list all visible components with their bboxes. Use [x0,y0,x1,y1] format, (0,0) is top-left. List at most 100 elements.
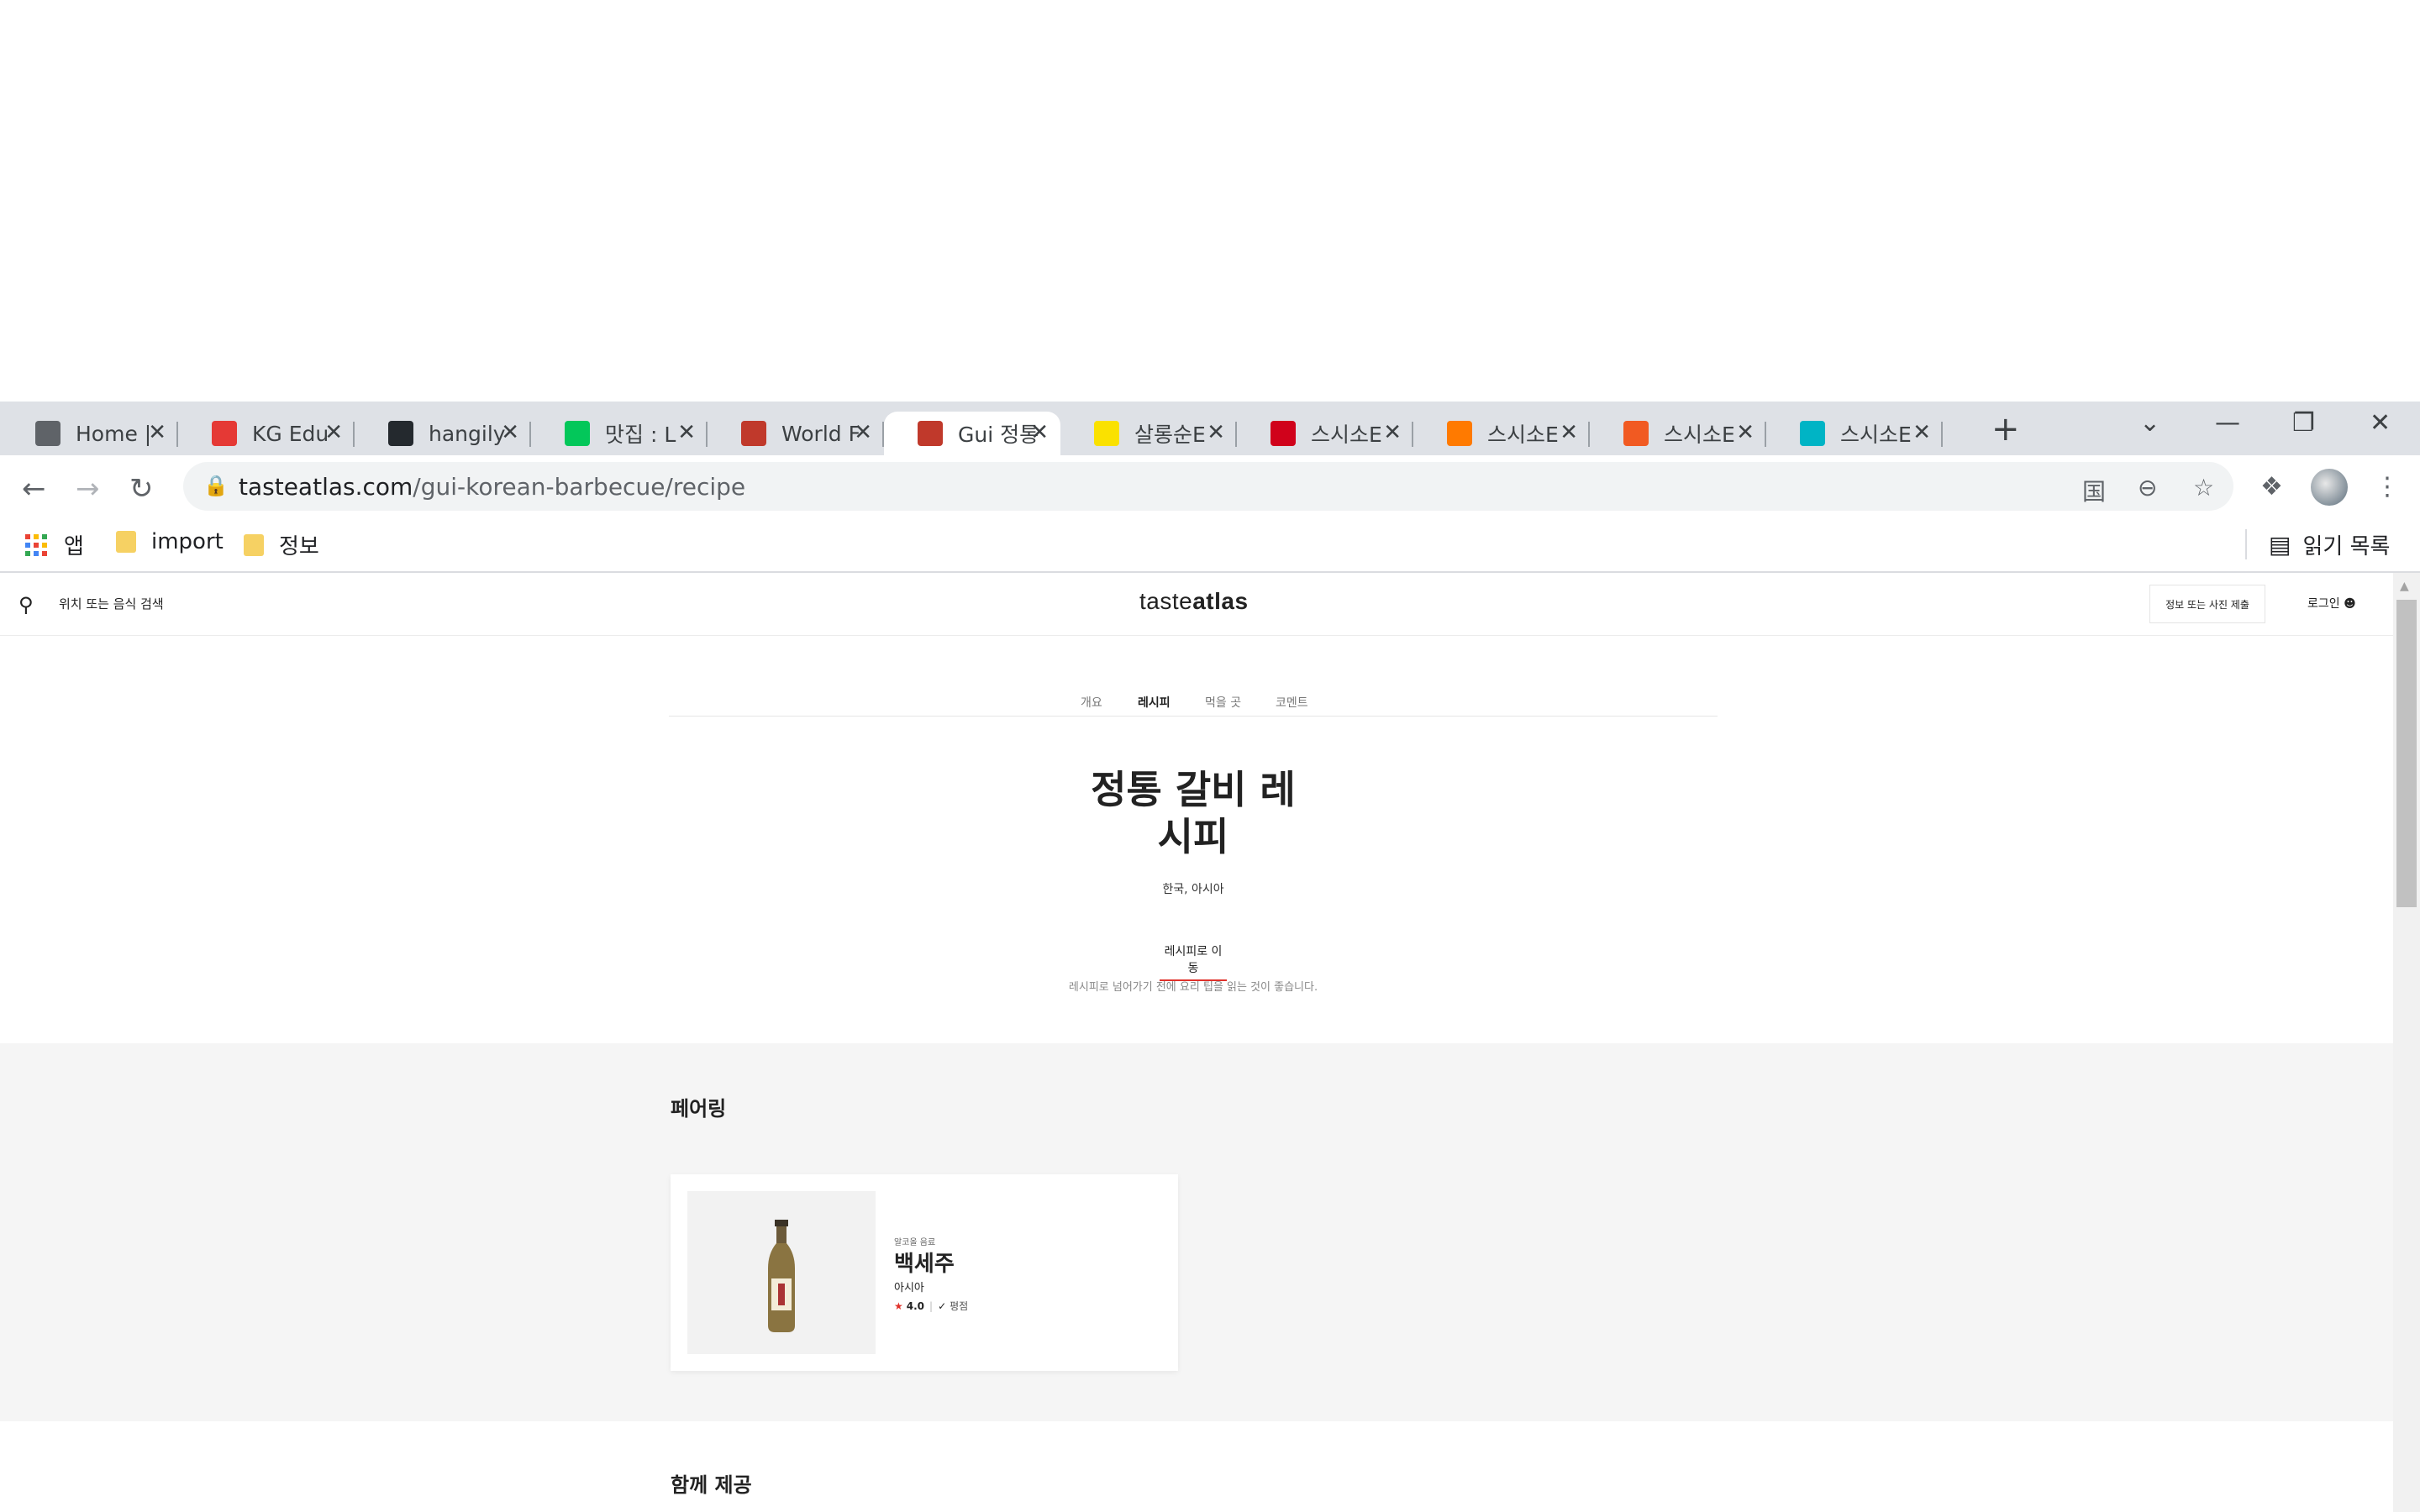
tab-title: 스시소E [1840,423,1912,447]
tab-title: 살롱순E [1134,423,1206,447]
lock-icon[interactable]: 🔒 [203,474,229,497]
tab-comments[interactable]: 코멘트 [1276,694,1308,711]
close-window-button[interactable]: ✕ [2370,408,2391,438]
page-scrollbar[interactable]: ▲ [2393,573,2420,1512]
browser-tab[interactable]: Gui 정통 ✕ [884,412,1060,455]
blank-area [0,0,2420,402]
orange-m-icon [1447,421,1472,446]
title-line-2: 시피 [1157,814,1229,859]
kg-education-icon [212,421,237,446]
tab-where-to-eat[interactable]: 먹을 곳 [1205,694,1241,711]
region-label: 한국, 아시아 [1162,883,1224,896]
bottle-illustration [768,1220,795,1332]
tab-title: Home | [76,421,152,446]
profile-avatar[interactable] [2311,469,2348,506]
browser-tab[interactable]: 스시소E ✕ [1237,412,1413,455]
tab-overview[interactable]: 개요 [1081,694,1102,711]
scroll-up-arrow-icon[interactable]: ▲ [2400,580,2409,593]
tab-recipe[interactable]: 레시피 [1138,694,1171,711]
browser-tab[interactable]: hangily ✕ [355,412,531,455]
submit-info-button[interactable]: 정보 또는 사진 제출 [2149,585,2265,623]
scroll-thumb[interactable] [2396,600,2417,907]
url-path: /gui-korean-barbecue/recipe [413,473,746,501]
bookmark-info[interactable]: 정보 [244,529,319,560]
site-header: ⚲ 위치 또는 음식 검색 tasteatlas 정보 또는 사진 제출 로그인… [0,573,2393,636]
forward-button[interactable]: → [76,472,100,506]
tab-title: Gui 정통 [958,423,1039,447]
tasteatlas-icon [918,421,943,446]
tasteatlas-icon [741,421,766,446]
browser-tab[interactable]: World F ✕ [708,412,884,455]
address-bar[interactable]: 🔒 tasteatlas.com/gui-korean-barbecue/rec… [183,462,2233,511]
translate-icon[interactable]: 国 [2082,474,2106,507]
page-title: 정통 갈비 레 시피 [1008,766,1378,860]
card-name[interactable]: 백세주 [894,1247,955,1278]
tab-title: KG Edu [252,421,329,446]
tab-separator [1941,422,1943,447]
dining-code-icon [1800,421,1825,446]
close-tab-icon[interactable]: ✕ [1207,422,1225,444]
logo-taste: taste [1139,588,1193,614]
browser-tab[interactable]: 스시소E ✕ [1590,412,1766,455]
tab-title: 스시소E [1664,423,1735,447]
search-icon[interactable]: ⚲ [18,593,34,617]
close-tab-icon[interactable]: ✕ [1560,422,1578,444]
bookmark-label: import [151,529,224,554]
user-icon: ☻ [2344,597,2356,611]
title-line-1: 정통 갈비 레 [1091,767,1296,812]
rating-value: 4.0 [906,1299,925,1312]
close-tab-icon[interactable]: ✕ [854,422,872,444]
browser-tab[interactable]: 맛집 : L ✕ [531,412,708,455]
tab-title: hangily [429,421,506,446]
globe-icon [35,421,60,446]
bookmark-label: 정보 [279,534,319,559]
minimize-button[interactable]: — [2215,408,2240,438]
url-host: tasteatlas.com [239,473,413,501]
close-tab-icon[interactable]: ✕ [677,422,696,444]
bookmark-label: 앱 [64,534,84,559]
login-link[interactable]: 로그인 ☻ [2307,595,2356,612]
bookmark-star-icon[interactable]: ☆ [2193,474,2214,501]
close-tab-icon[interactable]: ✕ [1912,422,1931,444]
close-tab-icon[interactable]: ✕ [1383,422,1402,444]
browser-tab[interactable]: KG Edu ✕ [178,412,355,455]
tab-title: 스시소E [1311,423,1382,447]
tab-search-chevron-icon[interactable]: ⌄ [2139,408,2160,438]
url-text[interactable]: tasteatlas.com/gui-korean-barbecue/recip… [239,473,745,501]
reading-list-button[interactable]: ▤ 읽기 목록 [2269,529,2390,560]
browser-tab[interactable]: Home | ✕ [2,412,178,455]
recipe-subnav: 개요 레시피 먹을 곳 코멘트 [669,690,1718,717]
rating-label[interactable]: 평점 [950,1299,968,1313]
close-tab-icon[interactable]: ✕ [501,422,519,444]
back-button[interactable]: ← [22,472,46,506]
folder-icon [244,533,264,556]
bookmark-import[interactable]: import [116,529,224,554]
served-with-title: 함께 제공 [671,1473,752,1497]
zoom-icon[interactable]: ⊖ [2138,474,2157,501]
site-logo[interactable]: tasteatlas [1139,588,1249,615]
folder-icon [116,531,136,553]
card-category: 알코올 음료 [894,1238,936,1247]
goto-recipe-link[interactable]: 레시피로 이동 [1160,942,1227,981]
browser-tab[interactable]: 스시소E ✕ [1766,412,1943,455]
rating-divider: | [929,1299,934,1312]
close-tab-icon[interactable]: ✕ [148,422,166,444]
siksin-icon [1623,421,1649,446]
logo-atlas: atlas [1192,588,1249,614]
card-origin: 아시아 [894,1282,924,1294]
new-tab-button[interactable]: + [1991,410,2020,449]
star-icon: ★ [894,1299,903,1312]
browser-tab[interactable]: 스시소E ✕ [1413,412,1590,455]
close-tab-icon[interactable]: ✕ [324,422,343,444]
reload-button[interactable]: ↻ [129,472,154,506]
close-tab-icon[interactable]: ✕ [1030,422,1049,444]
extensions-icon[interactable]: ❖ [2260,472,2283,501]
menu-icon[interactable]: ⋮ [2375,472,2400,501]
browser-tab[interactable]: 살롱순E ✕ [1060,412,1237,455]
close-tab-icon[interactable]: ✕ [1736,422,1754,444]
pairing-card[interactable]: 알코올 음료 백세주 아시아 ★ 4.0 | ✓ 평점 [671,1174,1178,1371]
baekseju-bottle-image [687,1191,876,1354]
search-input[interactable]: 위치 또는 음식 검색 [59,595,164,612]
restore-button[interactable]: ❐ [2292,408,2315,438]
bookmark-apps[interactable]: 앱 [25,529,84,560]
